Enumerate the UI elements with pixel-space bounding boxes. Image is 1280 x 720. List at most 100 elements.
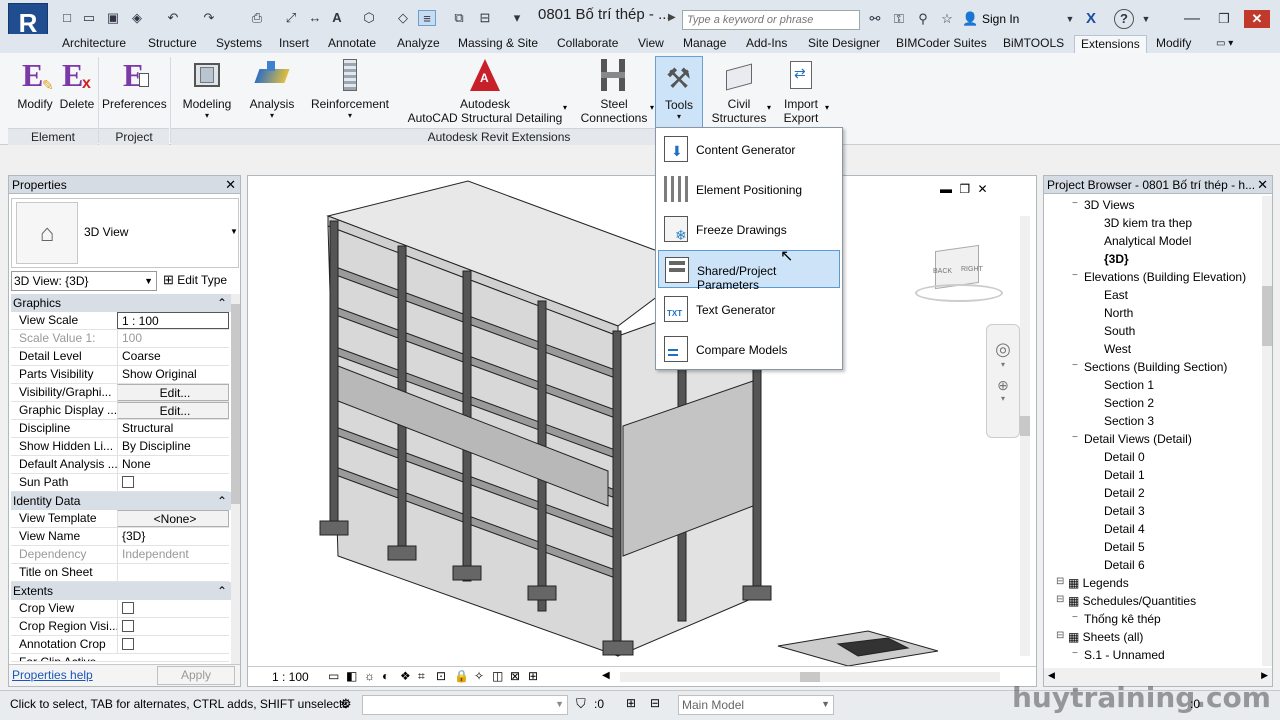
browser-item[interactable]: Section 1 — [1104, 378, 1154, 392]
close-icon[interactable]: ✕ — [1257, 176, 1268, 194]
temporary-hide-icon[interactable]: ✧ — [474, 669, 484, 683]
edit-button[interactable]: Edit... — [117, 402, 229, 419]
save-icon[interactable]: ▣ — [104, 10, 122, 26]
expand-toggle-icon[interactable]: − — [1072, 360, 1078, 371]
chevron-right-icon[interactable]: ▶ — [668, 12, 676, 23]
autocad-structural-detailing-button[interactable]: A Autodesk AutoCAD Structural Detailing — [404, 59, 566, 125]
render-icon[interactable]: ❖ — [400, 669, 411, 683]
browser-item[interactable]: Detail 0 — [1104, 450, 1145, 464]
viewcube[interactable]: BACK RIGHT — [913, 236, 1005, 306]
browser-item[interactable]: Detail 3 — [1104, 504, 1145, 518]
menu-item-element-positioning[interactable]: Element Positioning — [658, 170, 840, 208]
browser-item[interactable]: West — [1104, 342, 1131, 356]
browser-item[interactable]: ⊟ ▦ Schedules/Quantities — [1056, 594, 1196, 608]
expand-toggle-icon[interactable]: ⊟ — [1056, 594, 1064, 605]
prop-row[interactable]: Visibility/Graphi... Edit... — [11, 384, 229, 402]
browser-item[interactable]: − Sections (Building Section) — [1072, 360, 1227, 374]
tab-manage[interactable]: Manage — [683, 35, 726, 53]
browser-item[interactable]: Detail 1 — [1104, 468, 1145, 482]
close-icon[interactable]: ✕ — [225, 176, 236, 194]
tab-add-ins[interactable]: Add-Ins — [746, 35, 787, 53]
menu-item-shared-project-parameters[interactable]: Shared/Project Parameters — [658, 250, 840, 292]
prop-row[interactable]: Discipline Structural — [11, 420, 229, 438]
prop-row[interactable]: Sun Path — [11, 474, 229, 492]
minimize-icon[interactable]: — — [1180, 10, 1204, 28]
dropdown-arrow-icon[interactable]: ▾ — [563, 103, 567, 112]
ribbon-minimize-icon[interactable]: ▭ ▾ — [1216, 35, 1233, 53]
scroll-left-icon[interactable]: ◀ — [602, 670, 610, 681]
menu-item-content-generator[interactable]: ⬇ Content Generator — [658, 130, 840, 168]
text-icon[interactable]: A — [328, 10, 346, 26]
minimize-icon[interactable]: ▬ — [940, 182, 952, 196]
prop-row[interactable]: View Scale 1 : 100 — [11, 312, 229, 330]
browser-item[interactable]: North — [1104, 306, 1133, 320]
dropdown-arrow-icon[interactable]: ▾ — [825, 103, 829, 112]
type-selector[interactable]: ⌂ 3D View ▼ — [11, 198, 239, 268]
browser-item[interactable]: {3D} — [1104, 252, 1129, 266]
expand-toggle-icon[interactable]: ⊟ — [1056, 630, 1064, 641]
crop-icon[interactable]: ⌗ — [418, 669, 425, 684]
annotation-crop-checkbox[interactable] — [122, 638, 134, 650]
tab-extensions[interactable]: Extensions — [1074, 35, 1147, 53]
reveal-hidden-icon[interactable]: ◫ — [492, 669, 503, 683]
user-icon[interactable]: 👤 — [962, 10, 978, 28]
section-icon[interactable]: ◇ — [394, 10, 412, 26]
prop-row[interactable]: Detail Level Coarse — [11, 348, 229, 366]
properties-help-link[interactable]: Properties help — [12, 668, 93, 682]
print-icon[interactable]: ⎙ — [248, 10, 266, 26]
section-extents[interactable]: Extents ⌃ — [11, 582, 231, 600]
close-icon[interactable]: ✕ — [977, 182, 987, 196]
browser-item[interactable]: ⊟ ▦ Sheets (all) — [1056, 630, 1143, 644]
undo-icon[interactable]: ↶ — [164, 10, 182, 26]
scrollbar-thumb[interactable] — [1262, 286, 1272, 346]
view-scale[interactable]: 1 : 100 — [272, 670, 309, 684]
dimension-icon[interactable]: ↔ — [306, 10, 324, 26]
chevron-down-icon[interactable]: ▾ — [987, 360, 1019, 369]
viewcube-compass[interactable] — [915, 284, 1003, 302]
editable-only-icon[interactable]: ⊟ — [650, 696, 660, 710]
expand-toggle-icon[interactable]: − — [1072, 270, 1078, 281]
zoom-icon[interactable]: ⊕ — [987, 377, 1019, 394]
scrollbar-thumb[interactable] — [231, 304, 240, 504]
menu-item-text-generator[interactable]: TXT Text Generator — [658, 290, 840, 328]
sync-icon[interactable]: ◈ — [128, 10, 146, 26]
browser-item[interactable]: Detail 2 — [1104, 486, 1145, 500]
instance-filter-dropdown[interactable]: 3D View: {3D} ▼ — [11, 271, 157, 291]
sign-in-link[interactable]: Sign In — [982, 12, 1019, 26]
tab-bimtools[interactable]: BiMTOOLS — [1003, 35, 1064, 53]
browser-item[interactable]: 3D kiem tra thep — [1104, 216, 1192, 230]
prop-row[interactable]: Crop Region Visi... — [11, 618, 229, 636]
prop-value[interactable]: Structural — [117, 420, 229, 437]
menu-item-compare-models[interactable]: Compare Models — [658, 330, 840, 368]
civil-structures-button[interactable]: Civil Structures — [710, 59, 768, 125]
chevron-down-icon[interactable]: ▼ — [1064, 10, 1076, 28]
expand-toggle-icon[interactable]: − — [1072, 432, 1078, 443]
3d-view-icon[interactable]: ⬡ — [360, 10, 378, 26]
steel-connections-button[interactable]: Steel Connections — [578, 59, 650, 125]
prop-value[interactable] — [117, 564, 229, 581]
tab-site-designer[interactable]: Site Designer — [808, 35, 880, 53]
detail-level-icon[interactable]: ▭ — [328, 669, 339, 683]
menu-item-freeze-drawings[interactable]: ❄ Freeze Drawings — [658, 210, 840, 248]
viewcube-right-face[interactable]: RIGHT — [961, 266, 983, 273]
new-icon[interactable]: □ — [58, 10, 76, 26]
prop-value[interactable]: Show Original — [117, 366, 229, 383]
tools-button[interactable]: ⚒ Tools ▾ — [655, 56, 703, 128]
chevron-down-icon[interactable]: ▾ — [987, 394, 1019, 403]
customize-qat-icon[interactable]: ▾ — [508, 10, 526, 26]
help-dropdown-icon[interactable]: ▼ — [1140, 10, 1152, 28]
tab-collaborate[interactable]: Collaborate — [557, 35, 618, 53]
import-export-button[interactable]: ⇄ Import Export — [776, 59, 826, 125]
browser-item[interactable]: − Elevations (Building Elevation) — [1072, 270, 1246, 284]
expand-toggle-icon[interactable]: − — [1072, 612, 1078, 623]
tab-bimcoder-suites[interactable]: BIMCoder Suites — [896, 35, 987, 53]
redo-icon[interactable]: ↷ — [200, 10, 218, 26]
scrollbar-thumb[interactable] — [1020, 416, 1030, 436]
tab-analyze[interactable]: Analyze — [397, 35, 440, 53]
browser-item[interactable]: Detail 4 — [1104, 522, 1145, 536]
exchange-apps-icon[interactable]: X — [1082, 10, 1100, 28]
tab-view[interactable]: View — [638, 35, 664, 53]
crop-region-checkbox[interactable] — [122, 620, 134, 632]
prop-row[interactable]: View Name {3D} — [11, 528, 229, 546]
browser-item[interactable]: − Thống kê thép — [1072, 612, 1161, 626]
